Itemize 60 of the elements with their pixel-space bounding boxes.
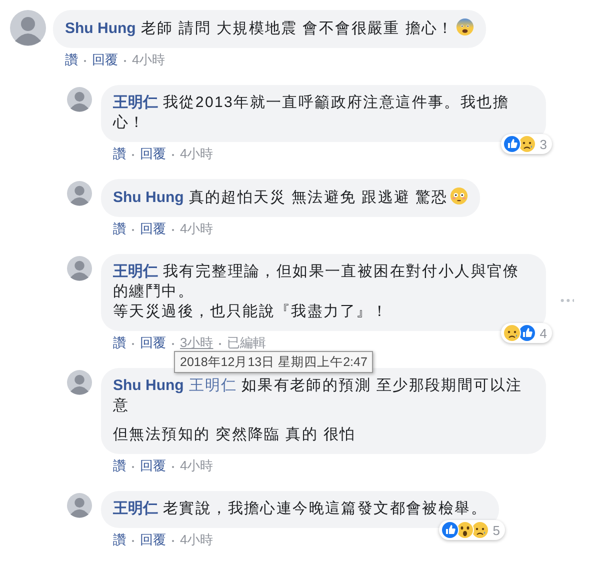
sad-face-icon — [470, 521, 489, 539]
like-link[interactable]: 讚 — [113, 531, 126, 549]
reply-link[interactable]: 回覆 — [140, 145, 166, 163]
like-link[interactable]: 讚 — [113, 457, 126, 475]
mention-link[interactable]: 王明仁 — [188, 377, 238, 394]
separator-dot — [172, 343, 174, 345]
avatar[interactable] — [10, 10, 46, 46]
avatar[interactable] — [67, 256, 92, 281]
comment-text: 王明仁 我從2013年就一直呼籲政府注意這件事。我也擔心！ — [113, 93, 510, 133]
comment-text: Shu Hung 王明仁 如果有老師的預測 至少那段期間可以注意 — [113, 376, 524, 416]
avatar[interactable] — [67, 493, 92, 518]
thumbs-up-icon — [440, 521, 459, 539]
thumbs-up-icon — [518, 324, 536, 342]
reaction-count: 3 — [540, 136, 547, 152]
comment-text: Shu Hung 真的超怕天災 無法避免 跟逃避 驚恐 — [113, 187, 468, 208]
like-link[interactable]: 讚 — [113, 220, 126, 238]
separator-dot — [84, 60, 86, 62]
reaction-count: 5 — [492, 522, 500, 538]
sad-face-icon — [518, 135, 536, 153]
like-link[interactable]: 讚 — [65, 51, 78, 69]
reply-link[interactable]: 回覆 — [140, 334, 166, 352]
reply-link[interactable]: 回覆 — [92, 51, 118, 69]
sad-face-icon — [502, 324, 521, 342]
avatar[interactable] — [67, 87, 92, 112]
timestamp-tooltip: 2018年12月13日 星期四上午2:47 — [174, 351, 374, 373]
author-name[interactable]: 王明仁 — [113, 500, 158, 517]
separator-dot — [132, 154, 134, 156]
separator-dot — [172, 229, 174, 231]
like-link[interactable]: 讚 — [113, 145, 126, 163]
avatar[interactable] — [67, 181, 92, 206]
author-name[interactable]: Shu Hung — [113, 189, 184, 206]
comment-text: 但無法預知的 突然降臨 真的 很怕 — [113, 425, 357, 445]
flushed-face-icon — [450, 187, 468, 205]
separator-dot — [132, 540, 134, 542]
comment-text: Shu Hung 老師 請問 大規模地震 會不會很嚴重 擔心！ — [65, 18, 474, 39]
reply-link[interactable]: 回覆 — [140, 220, 166, 238]
separator-dot — [124, 60, 126, 62]
separator-dot — [172, 540, 174, 542]
reaction-count: 4 — [540, 326, 547, 340]
comment-text: 等天災過後，也只能說『我盡力了』！ — [113, 302, 390, 322]
separator-dot — [172, 154, 174, 156]
author-name[interactable]: 王明仁 — [113, 94, 158, 111]
author-name[interactable]: Shu Hung — [65, 20, 136, 37]
separator-dot — [219, 343, 222, 345]
separator-dot — [132, 229, 134, 231]
more-options-icon[interactable] — [560, 298, 574, 303]
comment-text: 王明仁 老實說，我擔心連今晚這篇發文都會被檢舉。 — [113, 499, 487, 519]
avatar[interactable] — [67, 370, 92, 395]
separator-dot — [132, 466, 134, 468]
like-link[interactable]: 讚 — [113, 334, 126, 352]
author-name[interactable]: 王明仁 — [113, 263, 158, 280]
surprised-face-icon — [456, 521, 474, 539]
reply-link[interactable]: 回覆 — [140, 457, 166, 475]
separator-dot — [132, 343, 134, 345]
reply-link[interactable]: 回覆 — [140, 531, 166, 549]
separator-dot — [172, 466, 174, 468]
author-name[interactable]: Shu Hung — [113, 377, 184, 394]
fearful-face-icon — [456, 18, 474, 36]
thumbs-up-icon — [502, 135, 521, 153]
comment-text: 王明仁 我有完整理論，但如果一直被困在對付小人與官僚的纏鬥中。 — [113, 262, 520, 302]
